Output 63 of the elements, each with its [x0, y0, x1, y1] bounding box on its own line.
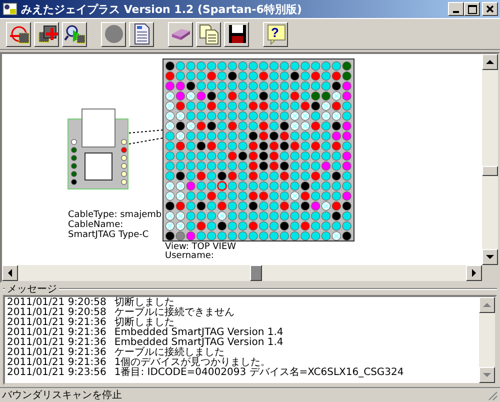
log-message: 切断しました	[114, 318, 174, 328]
log-timestamp: 2011/01/21 9:21:36	[7, 318, 106, 328]
username-label: Username:	[165, 252, 214, 261]
cable-info-label: CableName:	[68, 220, 124, 230]
scan-button[interactable]	[62, 22, 87, 46]
message-group-title: メッセージ	[7, 283, 57, 296]
scroll-down-button[interactable]	[482, 249, 498, 265]
scroll-up-button[interactable]	[479, 297, 495, 313]
scroll-right-button[interactable]	[466, 265, 482, 281]
log-timestamp: 2011/01/21 9:21:36	[7, 328, 106, 338]
maximize-icon	[468, 4, 476, 14]
leader-line	[128, 138, 164, 144]
help-glyph: ?	[271, 24, 279, 40]
log-message: 1個のデバイスが見つかりました。	[114, 358, 271, 368]
magnifier-play-icon	[64, 23, 86, 45]
device-button[interactable]	[168, 22, 193, 46]
maximize-button[interactable]	[464, 2, 480, 16]
close-icon	[486, 5, 494, 13]
scrollbar-thumb[interactable]	[250, 265, 262, 281]
log-timestamp: 2011/01/21 9:21:36	[7, 358, 106, 368]
cable-info-label: SmartJTAG Type-C	[68, 230, 150, 240]
down-arrow-icon	[483, 372, 491, 378]
log-message: 1番目: IDCODE=04002093 デバイス名=XC6SLX16_CSG324	[114, 368, 404, 378]
disconnect-button[interactable]	[6, 22, 31, 46]
log-timestamp: 2011/01/21 9:20:58	[7, 308, 106, 318]
minimize-button[interactable]	[448, 2, 464, 16]
leader-line	[128, 130, 164, 134]
up-arrow-icon	[483, 302, 491, 308]
log-message: Embedded SmartJTAG Version 1.4	[114, 338, 284, 348]
scrollbar-thumb[interactable]	[482, 166, 498, 176]
documents-icon	[198, 23, 220, 45]
copy-button[interactable]	[196, 22, 221, 46]
scroll-left-button[interactable]	[2, 265, 18, 281]
right-arrow-icon	[471, 269, 477, 277]
save-button[interactable]	[224, 22, 249, 46]
log-message: 切断しました	[114, 298, 174, 308]
view-label: View: TOP VIEW	[165, 243, 236, 252]
help-button[interactable]: ?	[263, 22, 288, 46]
left-arrow-icon	[7, 269, 13, 277]
log-message: ケーブルに接続しました	[114, 348, 224, 358]
add-device-button[interactable]	[34, 22, 59, 46]
resize-grip-icon	[487, 390, 498, 400]
app-icon	[2, 1, 18, 17]
log-message: Embedded SmartJTAG Version 1.4	[114, 328, 284, 338]
log-timestamp: 2011/01/21 9:21:36	[7, 348, 106, 358]
scroll-up-button[interactable]	[482, 54, 498, 70]
circle-icon	[102, 23, 124, 45]
chip-plus-icon	[36, 23, 58, 45]
log-message: ケーブルに接続できません	[114, 308, 234, 318]
window-title: みえたジェイプラス Version 1.2 (Spartan-6特別版)	[21, 2, 303, 16]
status-text: バウンダリスキャンを停止	[2, 388, 122, 402]
up-arrow-icon	[486, 59, 494, 65]
log-timestamp: 2011/01/21 9:20:58	[7, 298, 106, 308]
log-timestamp: 2011/01/21 9:21:36	[7, 338, 106, 348]
scroll-down-button[interactable]	[479, 367, 495, 383]
stop-button[interactable]	[101, 22, 126, 46]
help-icon	[264, 23, 286, 45]
cable-info-label: CableType: smajemb	[68, 210, 162, 220]
close-button[interactable]	[482, 2, 498, 16]
log-timestamp: 2011/01/21 9:23:56	[7, 368, 106, 378]
document-button[interactable]	[129, 22, 154, 46]
down-arrow-icon	[486, 254, 494, 260]
device-icon	[172, 28, 190, 40]
